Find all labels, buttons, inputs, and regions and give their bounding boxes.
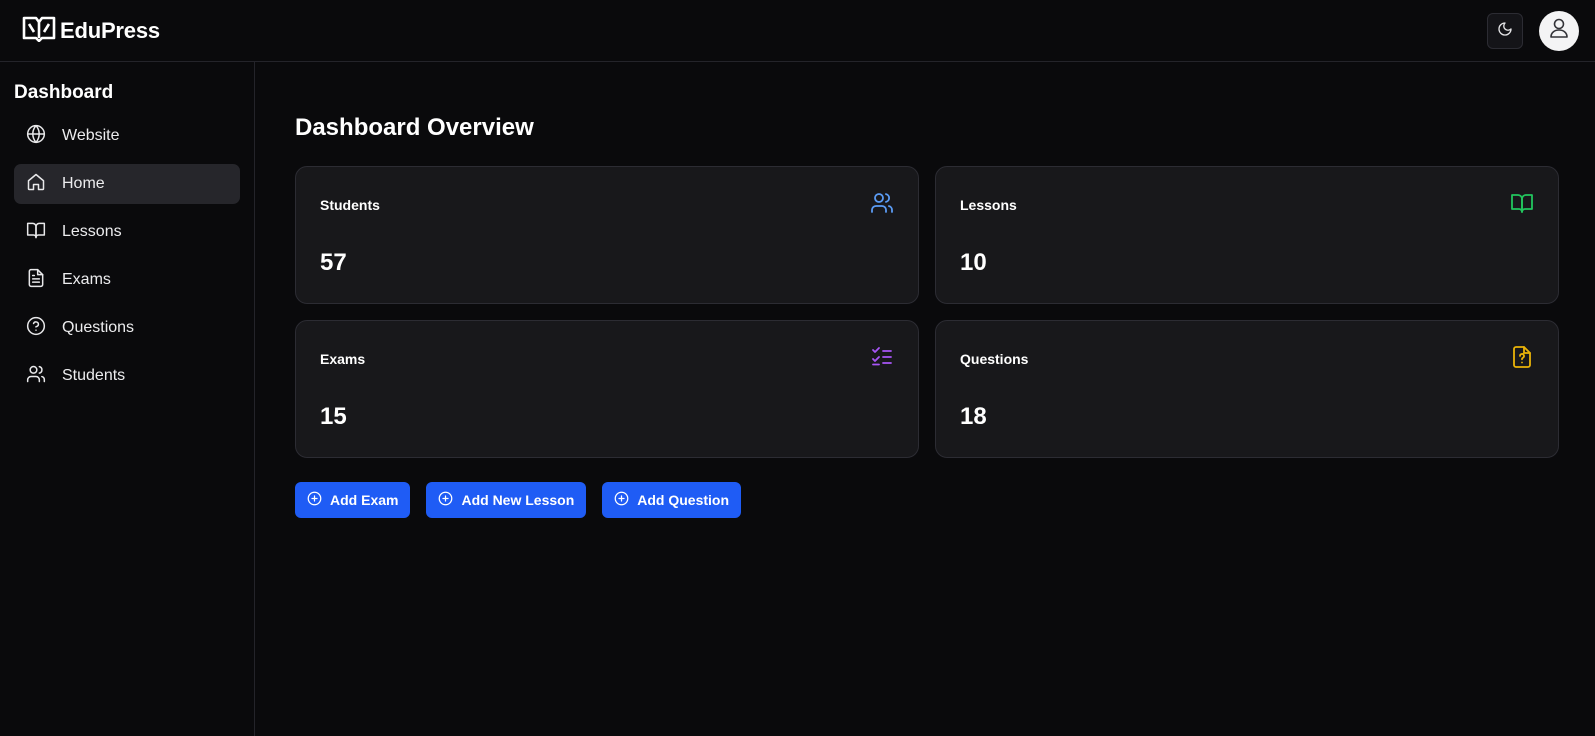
add-exam-button[interactable]: Add Exam [295, 482, 411, 518]
top-bar: EduPress [0, 0, 1595, 62]
stat-card-questions[interactable]: Questions 18 [935, 320, 1559, 458]
sidebar-item-website[interactable]: Website [14, 116, 240, 156]
stat-card-label: Questions [960, 351, 1029, 367]
sidebar-item-label: Home [62, 175, 105, 192]
sidebar-item-questions[interactable]: Questions [14, 308, 240, 348]
stat-card-label: Exams [320, 351, 366, 367]
sidebar-item-home[interactable]: Home [14, 164, 240, 204]
plus-circle-icon [614, 491, 629, 509]
moon-icon [1497, 21, 1513, 40]
stat-card-label: Lessons [960, 197, 1017, 213]
users-icon [870, 191, 894, 220]
file-text-icon [26, 268, 46, 293]
book-logo-icon [22, 14, 56, 47]
stats-grid: Students 57 Lessons 10 Exams 15 Question… [295, 166, 1560, 458]
stat-card-value: 57 [320, 249, 347, 276]
stat-card-label: Students [320, 197, 380, 213]
sidebar-title: Dashboard [14, 82, 114, 103]
button-label: Add New Lesson [461, 492, 575, 508]
sidebar-item-label: Students [62, 367, 126, 384]
brand-name: EduPress [60, 17, 160, 43]
page-title: Dashboard Overview [295, 114, 534, 141]
home-icon [26, 172, 46, 197]
quick-actions: Add Exam Add New Lesson Add Question [295, 482, 1560, 518]
sidebar-item-label: Lessons [62, 223, 122, 240]
sidebar-item-label: Exams [62, 271, 111, 288]
add-question-button[interactable]: Add Question [602, 482, 742, 518]
stat-card-value: 10 [960, 249, 987, 276]
button-label: Add Question [637, 492, 730, 508]
globe-icon [26, 124, 46, 149]
main-content: Dashboard Overview Students 57 Lessons 1… [295, 62, 1560, 518]
theme-toggle-button[interactable] [1487, 12, 1523, 49]
sidebar: Dashboard Website Home Lessons Exams Que… [0, 62, 255, 736]
brand-logo[interactable]: EduPress [22, 14, 160, 47]
users-icon [26, 364, 46, 389]
stat-card-lessons[interactable]: Lessons 10 [935, 166, 1559, 304]
book-open-icon [26, 220, 46, 245]
stat-card-value: 18 [960, 403, 987, 430]
sidebar-item-lessons[interactable]: Lessons [14, 212, 240, 252]
plus-circle-icon [438, 491, 453, 509]
book-open-icon [1510, 191, 1534, 220]
stat-card-exams[interactable]: Exams 15 [295, 320, 919, 458]
add-new-lesson-button[interactable]: Add New Lesson [426, 482, 587, 518]
sidebar-item-exams[interactable]: Exams [14, 260, 240, 300]
stat-card-value: 15 [320, 403, 347, 430]
sidebar-item-students[interactable]: Students [14, 356, 240, 396]
file-question-icon [1510, 345, 1534, 374]
stat-card-students[interactable]: Students 57 [295, 166, 919, 304]
user-icon [1547, 16, 1571, 45]
list-checks-icon [870, 345, 894, 374]
button-label: Add Exam [330, 492, 399, 508]
sidebar-item-label: Questions [62, 319, 135, 336]
plus-circle-icon [307, 491, 322, 509]
sidebar-item-label: Website [62, 127, 120, 144]
help-circle-icon [26, 316, 46, 341]
user-avatar-button[interactable] [1539, 10, 1579, 51]
